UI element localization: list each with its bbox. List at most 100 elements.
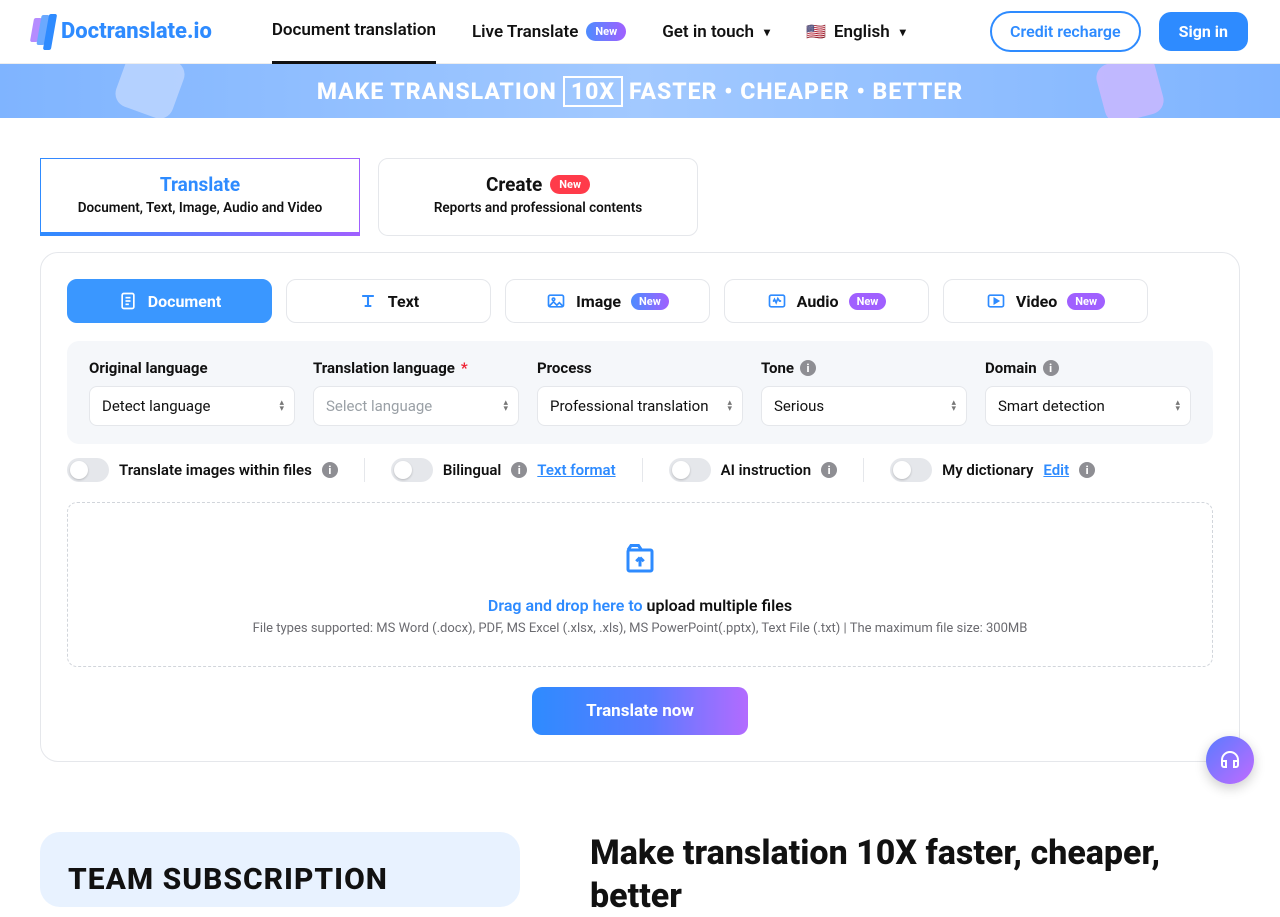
sort-arrows-icon: ▴▾ [1175, 400, 1180, 412]
edit-link[interactable]: Edit [1043, 461, 1069, 479]
sort-arrows-icon: ▴▾ [727, 400, 732, 412]
switch[interactable] [67, 458, 109, 482]
team-subscription-title: TEAM SUBSCRIPTION [68, 862, 492, 897]
nav-document-translation[interactable]: Document translation [272, 0, 436, 64]
nav-item-label: Live Translate [472, 22, 578, 42]
language-label: English [834, 22, 890, 42]
select-value: Smart detection [998, 397, 1105, 415]
text-icon [358, 291, 378, 311]
text-format-link[interactable]: Text format [537, 461, 615, 479]
select-translation-language[interactable]: Select language ▴▾ [313, 386, 519, 426]
nav-get-in-touch[interactable]: Get in touch ▾ [662, 0, 770, 64]
info-icon[interactable]: i [1079, 462, 1095, 478]
nav-live-translate[interactable]: Live Translate New [472, 0, 626, 64]
audio-icon [767, 291, 787, 311]
switch[interactable] [391, 458, 433, 482]
select-value: Detect language [102, 397, 210, 415]
toggle-label: AI instruction [721, 461, 811, 479]
brand-logo[interactable]: Doctranslate.io [32, 14, 212, 50]
switch[interactable] [669, 458, 711, 482]
tab-label: Audio [797, 292, 839, 311]
sort-arrows-icon: ▴▾ [951, 400, 956, 412]
options-row: Original language Detect language ▴▾ Tra… [67, 341, 1213, 444]
sort-arrows-icon: ▴▾ [503, 400, 508, 412]
info-icon[interactable]: i [800, 360, 816, 376]
tab-text[interactable]: Text [286, 279, 491, 323]
option-label: Process [537, 359, 743, 377]
headset-icon [1218, 748, 1242, 772]
dropzone-subtitle: File types supported: MS Word (.docx), P… [84, 621, 1196, 636]
document-icon [118, 291, 138, 311]
toggle-row: Translate images within files i Bilingua… [67, 458, 1213, 482]
select-process[interactable]: Professional translation ▴▾ [537, 386, 743, 426]
info-icon[interactable]: i [1043, 360, 1059, 376]
header-right: Credit recharge Sign in [990, 11, 1248, 52]
file-dropzone[interactable]: Drag and drop here to upload multiple fi… [67, 502, 1213, 667]
chat-fab-button[interactable] [1206, 736, 1254, 784]
hero-text: FASTER • CHEAPER • BETTER [629, 78, 963, 105]
info-icon[interactable]: i [511, 462, 527, 478]
mode-create[interactable]: Create New Reports and professional cont… [378, 158, 698, 236]
tab-label: Text [388, 292, 419, 311]
switch[interactable] [890, 458, 932, 482]
tab-label: Image [576, 292, 621, 311]
tab-label: Document [148, 292, 222, 311]
opt-translation-language: Translation language* Select language ▴▾ [313, 359, 519, 426]
mode-title: Translate [160, 173, 240, 196]
cta-row: Translate now [67, 687, 1213, 735]
nav-item-label: Get in touch [662, 22, 754, 42]
new-badge: New [1067, 293, 1105, 310]
mode-translate[interactable]: Translate Document, Text, Image, Audio a… [40, 158, 360, 236]
info-icon[interactable]: i [821, 462, 837, 478]
logo-mark-icon [32, 14, 53, 50]
mode-title: Create [486, 173, 542, 196]
new-badge: New [550, 175, 590, 194]
new-badge: New [631, 293, 669, 310]
option-label: Original language [89, 359, 295, 377]
video-icon [986, 291, 1006, 311]
hero-banner: MAKE TRANSLATION 10X FASTER • CHEAPER • … [0, 64, 1280, 118]
tab-image[interactable]: Image New [505, 279, 710, 323]
credit-recharge-button[interactable]: Credit recharge [990, 11, 1141, 52]
select-placeholder: Select language [326, 397, 432, 415]
team-subscription-card[interactable]: TEAM SUBSCRIPTION [40, 832, 520, 907]
language-switcher[interactable]: 🇺🇸 English ▾ [806, 0, 906, 64]
toggle-translate-images: Translate images within files i [67, 458, 338, 482]
select-original-language[interactable]: Detect language ▴▾ [89, 386, 295, 426]
option-label: Domain i [985, 359, 1191, 377]
opt-process: Process Professional translation ▴▾ [537, 359, 743, 426]
mode-subtitle: Reports and professional contents [389, 200, 687, 216]
upload-icon [84, 541, 1196, 586]
type-tabs: Document Text Image New Audio New Video … [67, 279, 1213, 323]
toggle-label: Translate images within files [119, 461, 312, 479]
bottom-section: TEAM SUBSCRIPTION Make translation 10X f… [0, 762, 1280, 917]
hero-boxed-text: 10X [563, 76, 623, 107]
dropzone-title: Drag and drop here to upload multiple fi… [84, 596, 1196, 615]
sign-in-button[interactable]: Sign in [1159, 12, 1248, 51]
sort-arrows-icon: ▴▾ [279, 400, 284, 412]
bottom-headline: Make translation 10X faster, cheaper, be… [590, 832, 1240, 917]
tab-audio[interactable]: Audio New [724, 279, 929, 323]
hero-text: MAKE TRANSLATION [317, 78, 557, 105]
mode-subtitle: Document, Text, Image, Audio and Video [51, 200, 349, 216]
opt-original-language: Original language Detect language ▴▾ [89, 359, 295, 426]
mode-selector: Translate Document, Text, Image, Audio a… [40, 158, 1240, 236]
required-mark: * [461, 359, 468, 377]
tab-document[interactable]: Document [67, 279, 272, 323]
opt-tone: Tone i Serious ▴▾ [761, 359, 967, 426]
toggle-bilingual: Bilingual i Text format [364, 458, 616, 482]
nav-item-label: Document translation [272, 20, 436, 40]
new-badge: New [849, 293, 887, 310]
select-tone[interactable]: Serious ▴▾ [761, 386, 967, 426]
translate-now-button[interactable]: Translate now [532, 687, 748, 735]
tab-video[interactable]: Video New [943, 279, 1148, 323]
select-domain[interactable]: Smart detection ▴▾ [985, 386, 1191, 426]
brand-name: Doctranslate.io [61, 19, 212, 44]
flag-us-icon: 🇺🇸 [806, 22, 826, 41]
chevron-down-icon: ▾ [900, 25, 906, 39]
header: Doctranslate.io Document translation Liv… [0, 0, 1280, 64]
toggle-label: Bilingual [443, 461, 501, 479]
info-icon[interactable]: i [322, 462, 338, 478]
option-label: Translation language* [313, 359, 519, 377]
hero-decoration-icon [112, 64, 189, 118]
